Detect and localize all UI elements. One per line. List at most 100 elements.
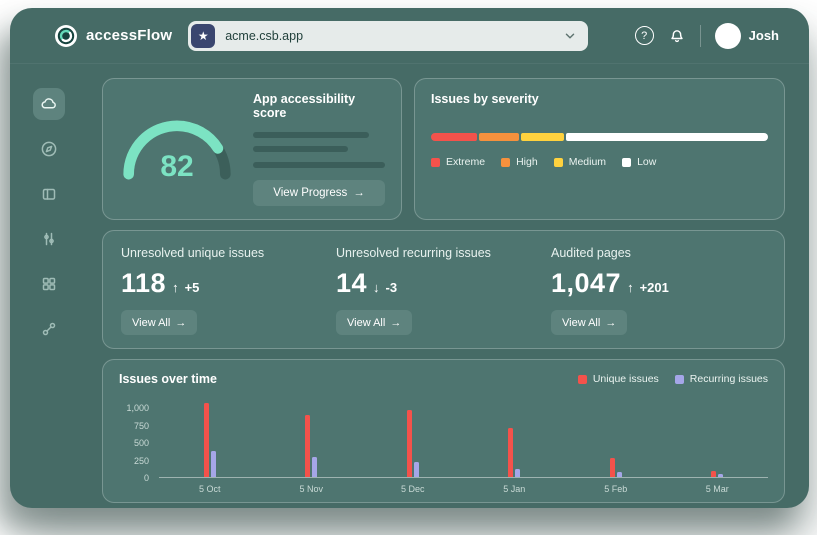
- brand-name: accessFlow: [86, 27, 172, 44]
- arrow-right-icon: →: [605, 317, 616, 329]
- trend-up-icon: ↑: [627, 280, 634, 295]
- y-tick-label: 500: [134, 438, 149, 448]
- trend-down-icon: ↓: [373, 280, 380, 295]
- sliders-icon: [40, 230, 58, 248]
- bar-group: [565, 398, 667, 477]
- trend-up-icon: ↑: [172, 280, 179, 295]
- view-all-button[interactable]: View All →: [551, 310, 627, 335]
- project-selector-value: acme.csb.app: [225, 29, 303, 43]
- legend-label: Medium: [569, 156, 606, 168]
- y-tick-label: 0: [144, 473, 149, 483]
- x-tick-label: 5 Jan: [464, 484, 566, 494]
- severity-segment-medium: [521, 133, 564, 141]
- arrow-right-icon: →: [353, 187, 365, 199]
- stat-value: 118: [121, 268, 166, 299]
- sidebar-item-layout[interactable]: [33, 178, 65, 210]
- user-name: Josh: [749, 28, 779, 43]
- sidebar-item-explore[interactable]: [33, 133, 65, 165]
- bar-group: [464, 398, 566, 477]
- bar-group: [261, 398, 363, 477]
- issues-over-time-card: Issues over time Unique issues Recurring …: [102, 359, 785, 503]
- layout-panels-icon: [40, 185, 58, 203]
- chart-plot: [159, 398, 768, 478]
- stat-label: Unresolved unique issues: [121, 246, 264, 260]
- arrow-right-icon: →: [175, 317, 186, 329]
- skeleton-line: [253, 132, 369, 138]
- main-content: 82 App accessibility score View Progress…: [88, 64, 809, 508]
- chart-title: Issues over time: [119, 372, 217, 386]
- legend-label: Recurring issues: [690, 373, 768, 385]
- sidebar-item-dashboard[interactable]: [33, 88, 65, 120]
- severity-legend-item-extreme: Extreme: [431, 156, 485, 168]
- stat-delta: +201: [640, 280, 669, 295]
- topbar: accessFlow ★ acme.csb.app ? Josh: [10, 8, 809, 64]
- stat-delta: +5: [185, 280, 200, 295]
- issues-by-severity-card: Issues by severity ExtremeHighMediumLow: [414, 78, 785, 220]
- y-tick-label: 250: [134, 456, 149, 466]
- accessibility-score-card: 82 App accessibility score View Progress…: [102, 78, 402, 220]
- dashboard-cloud-icon: [40, 95, 58, 113]
- app-window: accessFlow ★ acme.csb.app ? Josh: [10, 8, 809, 508]
- severity-segment-low: [566, 133, 768, 141]
- chart-x-axis: 5 Oct5 Nov5 Dec5 Jan5 Feb5 Mar: [159, 484, 768, 494]
- app-body: 82 App accessibility score View Progress…: [10, 64, 809, 508]
- accessibility-gauge: 82: [119, 118, 235, 180]
- view-all-button[interactable]: View All →: [121, 310, 197, 335]
- bar-recurring-issues: [414, 462, 419, 477]
- grid-icon: [40, 275, 58, 293]
- severity-legend-item-high: High: [501, 156, 538, 168]
- compass-icon: [40, 140, 58, 158]
- score-card-title: App accessibility score: [253, 92, 385, 120]
- legend-swatch-icon: [578, 375, 587, 384]
- view-progress-label: View Progress: [273, 187, 347, 199]
- stat-label: Audited pages: [551, 246, 631, 260]
- top-cards-row: 82 App accessibility score View Progress…: [102, 78, 785, 220]
- severity-card-title: Issues by severity: [431, 92, 768, 106]
- view-all-label: View All: [347, 317, 385, 329]
- bar-unique-issues: [407, 410, 412, 477]
- severity-segment-high: [479, 133, 519, 141]
- chart-y-axis: 02505007501,000: [119, 398, 159, 478]
- bar-unique-issues: [204, 403, 209, 477]
- user-menu[interactable]: Josh: [715, 23, 779, 49]
- chart-legend-item: Unique issues: [578, 373, 659, 385]
- stat-label: Unresolved recurring issues: [336, 246, 491, 260]
- chart-legend-item: Recurring issues: [675, 373, 768, 385]
- legend-swatch-icon: [622, 158, 631, 167]
- star-icon: ★: [191, 24, 215, 48]
- chart-legend: Unique issues Recurring issues: [578, 373, 768, 385]
- notifications-bell-icon[interactable]: [668, 27, 686, 45]
- severity-legend: ExtremeHighMediumLow: [431, 156, 768, 168]
- legend-swatch-icon: [554, 158, 563, 167]
- severity-legend-item-medium: Medium: [554, 156, 606, 168]
- user-avatar: [715, 23, 741, 49]
- view-all-label: View All: [132, 317, 170, 329]
- view-all-label: View All: [562, 317, 600, 329]
- y-tick-label: 750: [134, 421, 149, 431]
- bar-recurring-issues: [312, 457, 317, 477]
- help-icon[interactable]: ?: [635, 26, 654, 45]
- bar-unique-issues: [610, 458, 615, 477]
- x-tick-label: 5 Feb: [565, 484, 667, 494]
- legend-swatch-icon: [431, 158, 440, 167]
- legend-label: Extreme: [446, 156, 485, 168]
- stat-value: 14: [336, 268, 367, 299]
- sidebar-item-apps[interactable]: [33, 268, 65, 300]
- legend-label: High: [516, 156, 538, 168]
- sidebar-item-share[interactable]: [33, 313, 65, 345]
- bar-unique-issues: [508, 428, 513, 477]
- severity-bar: [431, 133, 768, 141]
- bar-recurring-issues: [211, 451, 216, 477]
- stat-value-row: 118 ↑ +5: [121, 268, 199, 299]
- x-tick-label: 5 Dec: [362, 484, 464, 494]
- project-selector[interactable]: ★ acme.csb.app: [188, 21, 588, 51]
- topbar-divider: [700, 25, 701, 47]
- accessflow-logo-icon: [54, 24, 78, 48]
- stat-audited-pages: Audited pages 1,047 ↑ +201 View All →: [551, 246, 766, 335]
- view-all-button[interactable]: View All →: [336, 310, 412, 335]
- view-progress-button[interactable]: View Progress →: [253, 180, 385, 206]
- y-tick-label: 1,000: [126, 403, 149, 413]
- bar-unique-issues: [711, 471, 716, 477]
- bar-group: [362, 398, 464, 477]
- sidebar-item-settings-sliders[interactable]: [33, 223, 65, 255]
